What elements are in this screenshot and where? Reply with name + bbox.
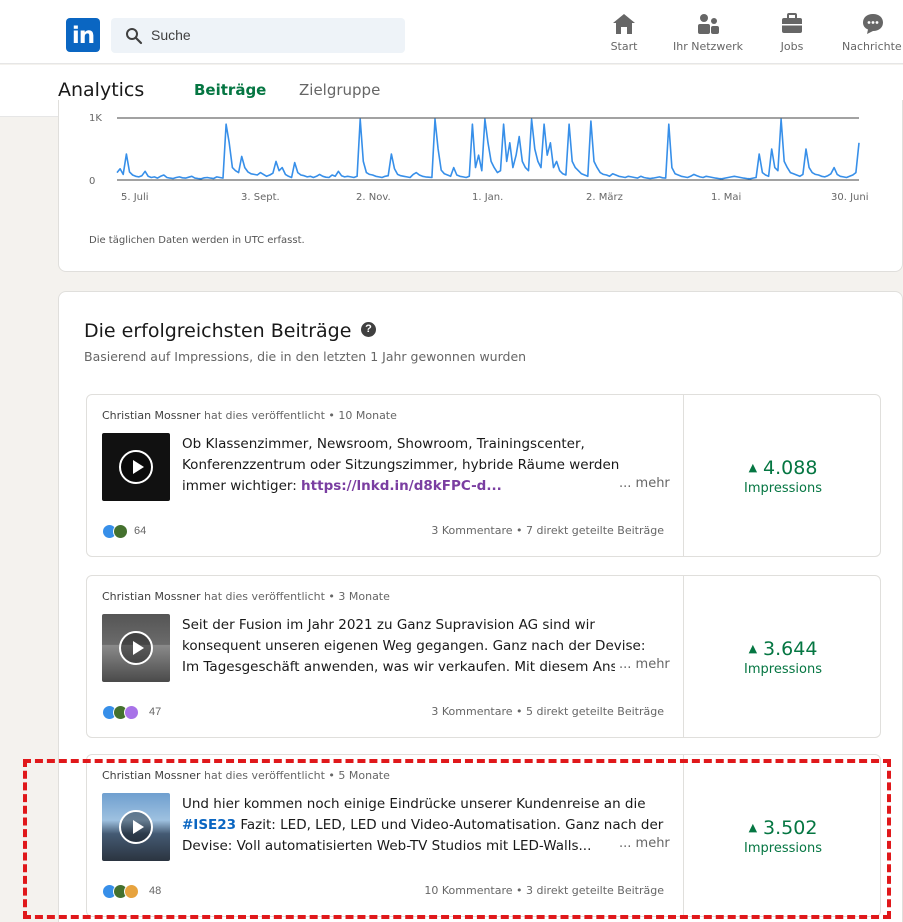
post-author[interactable]: Christian Mossner	[102, 409, 200, 422]
search-icon	[126, 28, 143, 45]
nav-label: Jobs	[780, 40, 804, 53]
messaging-icon	[862, 14, 883, 34]
briefcase-icon	[782, 13, 802, 33]
post-author-line: Christian Mossner hat dies veröffentlich…	[102, 409, 397, 422]
love-reaction-icon	[124, 705, 139, 720]
impressions-value: 4.088	[763, 457, 818, 479]
post-stats[interactable]: 3 Kommentare • 5 direkt geteilte Beiträg…	[431, 705, 664, 718]
nav-item-network[interactable]: Ihr Netzwerk	[666, 12, 750, 60]
x-tick-label: 5. Juli	[121, 192, 149, 203]
reaction-count: 64	[134, 525, 147, 537]
impressions-line-chart[interactable]: 1K 0 5. Juli 3. Sept. 2. Nov. 1. Jan. 2. März 1…	[59, 100, 903, 230]
highlight-box	[23, 759, 891, 919]
nav-label: Ihr Netzwerk	[673, 40, 743, 53]
post-author[interactable]: Christian Mossner	[102, 590, 200, 603]
y-tick-label: 1K	[89, 113, 102, 124]
impressions-label: Impressions	[744, 481, 822, 496]
help-icon[interactable]: ?	[361, 322, 376, 337]
x-tick-label: 1. Jan.	[472, 192, 503, 203]
play-icon[interactable]	[119, 450, 153, 484]
post-text: Seit der Fusion im Jahr 2021 zu Ganz Sup…	[182, 617, 646, 675]
tab-beitraege[interactable]: Beiträge	[194, 81, 266, 99]
post-card[interactable]: Christian Mossner hat dies veröffentlich…	[86, 575, 881, 738]
video-thumbnail[interactable]	[102, 614, 170, 682]
nav-label: Nachrichte	[842, 40, 902, 53]
post-stats[interactable]: 3 Kommentare • 7 direkt geteilte Beiträg…	[431, 524, 664, 537]
search-input[interactable]: Suche	[151, 27, 191, 43]
section-subtitle: Basierend auf Impressions, die in den le…	[84, 349, 527, 364]
more-link[interactable]: ... mehr	[615, 657, 670, 672]
nav-item-jobs[interactable]: Jobs	[772, 12, 812, 60]
search-bar[interactable]: Suche	[111, 18, 405, 53]
more-link[interactable]: ... mehr	[615, 476, 670, 491]
tab-zielgruppe[interactable]: Zielgruppe	[299, 81, 380, 99]
nav-label: Start	[610, 40, 638, 53]
impressions-block: ▲ 4.088 Impressions	[684, 457, 882, 496]
trend-up-icon: ▲	[748, 642, 758, 655]
impressions-block: ▲ 3.644 Impressions	[684, 638, 882, 677]
play-icon[interactable]	[119, 631, 153, 665]
page-title: Analytics	[58, 79, 145, 101]
x-tick-label: 2. März	[586, 192, 623, 203]
support-reaction-icon	[113, 524, 128, 539]
top-nav: in Suche Start Ihr Netzwerk Jobs Nachric…	[0, 0, 903, 64]
x-tick-label: 2. Nov.	[356, 192, 391, 203]
impressions-chart-card: 1K 0 5. Juli 3. Sept. 2. Nov. 1. Jan. 2. März 1…	[58, 100, 903, 272]
nav-item-messaging[interactable]: Nachrichte	[842, 12, 903, 60]
home-icon	[613, 14, 635, 34]
network-icon	[698, 14, 719, 34]
post-card[interactable]: Christian Mossner hat dies veröffentlich…	[86, 394, 881, 557]
chart-note: Die täglichen Daten werden in UTC erfass…	[89, 235, 305, 246]
post-text: Ob Klassenzimmer, Newsroom, Showroom, Tr…	[182, 436, 620, 494]
x-tick-label: 1. Mai	[711, 192, 741, 203]
trend-up-icon: ▲	[748, 461, 758, 474]
impressions-label: Impressions	[744, 662, 822, 677]
y-tick-label: 0	[89, 176, 95, 187]
section-title: Die erfolgreichsten Beiträge	[84, 320, 352, 342]
x-tick-label: 3. Sept.	[241, 192, 280, 203]
linkedin-logo[interactable]: in	[66, 18, 100, 52]
post-link[interactable]: https://lnkd.in/d8kFPC-d...	[301, 478, 502, 494]
reaction-count: 47	[149, 706, 162, 718]
video-thumbnail[interactable]	[102, 433, 170, 501]
series-line	[116, 118, 860, 180]
impressions-value: 3.644	[763, 638, 818, 660]
post-author-line: Christian Mossner hat dies veröffentlich…	[102, 590, 390, 603]
nav-item-start[interactable]: Start	[604, 12, 644, 60]
x-tick-label: 30. Juni	[831, 192, 869, 203]
